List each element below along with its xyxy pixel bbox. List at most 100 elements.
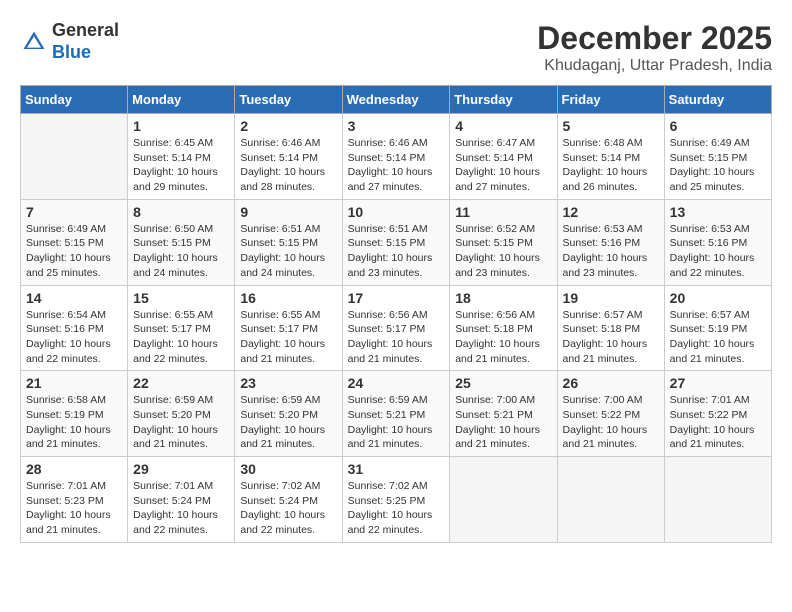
day-number: 2 xyxy=(240,118,336,134)
day-info: Sunrise: 6:55 AM Sunset: 5:17 PM Dayligh… xyxy=(240,308,336,367)
day-number: 1 xyxy=(133,118,229,134)
calendar-cell: 23Sunrise: 6:59 AM Sunset: 5:20 PM Dayli… xyxy=(235,371,342,457)
day-info: Sunrise: 6:55 AM Sunset: 5:17 PM Dayligh… xyxy=(133,308,229,367)
day-number: 15 xyxy=(133,290,229,306)
day-number: 24 xyxy=(348,375,445,391)
calendar-cell: 29Sunrise: 7:01 AM Sunset: 5:24 PM Dayli… xyxy=(128,457,235,543)
calendar-week-row: 21 Sunrise: 6:58 AM Sunset: 5:19 PM Dayli… xyxy=(21,371,772,457)
calendar-cell: 12 Sunrise: 6:53 AM Sunset: 5:16 PM Dayli… xyxy=(557,199,664,285)
calendar-cell: 3 Sunrise: 6:46 AM Sunset: 5:14 PM Daylig… xyxy=(342,114,450,200)
calendar-cell: 31Sunrise: 7:02 AM Sunset: 5:25 PM Dayli… xyxy=(342,457,450,543)
calendar-week-row: 7 Sunrise: 6:49 AM Sunset: 5:15 PM Daylig… xyxy=(21,199,772,285)
calendar-cell: 10 Sunrise: 6:51 AM Sunset: 5:15 PM Dayli… xyxy=(342,199,450,285)
weekday-header: Thursday xyxy=(450,86,557,114)
day-info: Sunrise: 6:57 AM Sunset: 5:18 PM Dayligh… xyxy=(563,308,659,367)
day-info: Sunrise: 6:57 AM Sunset: 5:19 PM Dayligh… xyxy=(670,308,766,367)
day-number: 6 xyxy=(670,118,766,134)
title-block: December 2025 Khudaganj, Uttar Pradesh, … xyxy=(537,20,772,75)
calendar-cell: 22 Sunrise: 6:59 AM Sunset: 5:20 PM Dayli… xyxy=(128,371,235,457)
calendar-cell: 18 Sunrise: 6:56 AM Sunset: 5:18 PM Dayli… xyxy=(450,285,557,371)
calendar-body: 1 Sunrise: 6:45 AM Sunset: 5:14 PM Daylig… xyxy=(21,114,772,543)
calendar-week-row: 14 Sunrise: 6:54 AM Sunset: 5:16 PM Dayli… xyxy=(21,285,772,371)
day-number: 12 xyxy=(563,204,659,220)
logo-blue-text: Blue xyxy=(52,42,91,62)
day-info: Sunrise: 6:51 AM Sunset: 5:15 PM Dayligh… xyxy=(348,222,445,281)
day-info: Sunrise: 6:54 AM Sunset: 5:16 PM Dayligh… xyxy=(26,308,122,367)
weekday-header: Monday xyxy=(128,86,235,114)
day-info: Sunrise: 6:46 AM Sunset: 5:14 PM Dayligh… xyxy=(240,136,336,195)
weekday-header: Friday xyxy=(557,86,664,114)
weekday-header: Wednesday xyxy=(342,86,450,114)
logo-general: General xyxy=(52,20,119,40)
day-info: Sunrise: 7:00 AM Sunset: 5:22 PM Dayligh… xyxy=(563,393,659,452)
day-number: 3 xyxy=(348,118,445,134)
day-info: Sunrise: 6:45 AM Sunset: 5:14 PM Dayligh… xyxy=(133,136,229,195)
day-number: 10 xyxy=(348,204,445,220)
day-number: 22 xyxy=(133,375,229,391)
day-info: Sunrise: 6:56 AM Sunset: 5:18 PM Dayligh… xyxy=(455,308,551,367)
calendar-table: SundayMondayTuesdayWednesdayThursdayFrid… xyxy=(20,85,772,543)
day-info: Sunrise: 6:59 AM Sunset: 5:20 PM Dayligh… xyxy=(133,393,229,452)
day-info: Sunrise: 6:59 AM Sunset: 5:21 PM Dayligh… xyxy=(348,393,445,452)
calendar-cell: 28 Sunrise: 7:01 AM Sunset: 5:23 PM Dayli… xyxy=(21,457,128,543)
calendar-cell: 4Sunrise: 6:47 AM Sunset: 5:14 PM Daylig… xyxy=(450,114,557,200)
logo: General Blue xyxy=(20,20,119,63)
day-info: Sunrise: 6:53 AM Sunset: 5:16 PM Dayligh… xyxy=(563,222,659,281)
weekday-header: Sunday xyxy=(21,86,128,114)
calendar-cell: 1 Sunrise: 6:45 AM Sunset: 5:14 PM Daylig… xyxy=(128,114,235,200)
day-number: 27 xyxy=(670,375,766,391)
calendar-cell: 25Sunrise: 7:00 AM Sunset: 5:21 PM Dayli… xyxy=(450,371,557,457)
day-info: Sunrise: 6:49 AM Sunset: 5:15 PM Dayligh… xyxy=(670,136,766,195)
day-info: Sunrise: 7:02 AM Sunset: 5:24 PM Dayligh… xyxy=(240,479,336,538)
calendar-cell: 17 Sunrise: 6:56 AM Sunset: 5:17 PM Dayli… xyxy=(342,285,450,371)
location-title: Khudaganj, Uttar Pradesh, India xyxy=(537,57,772,75)
calendar-cell: 11Sunrise: 6:52 AM Sunset: 5:15 PM Dayli… xyxy=(450,199,557,285)
day-number: 19 xyxy=(563,290,659,306)
day-number: 18 xyxy=(455,290,551,306)
day-info: Sunrise: 6:58 AM Sunset: 5:19 PM Dayligh… xyxy=(26,393,122,452)
day-number: 7 xyxy=(26,204,122,220)
weekday-header: Saturday xyxy=(664,86,771,114)
day-number: 17 xyxy=(348,290,445,306)
calendar-cell: 20 Sunrise: 6:57 AM Sunset: 5:19 PM Dayli… xyxy=(664,285,771,371)
calendar-week-row: 28 Sunrise: 7:01 AM Sunset: 5:23 PM Dayli… xyxy=(21,457,772,543)
page-header: General Blue December 2025 Khudaganj, Ut… xyxy=(20,20,772,75)
day-number: 25 xyxy=(455,375,551,391)
day-number: 9 xyxy=(240,204,336,220)
day-number: 31 xyxy=(348,461,445,477)
day-number: 26 xyxy=(563,375,659,391)
day-number: 14 xyxy=(26,290,122,306)
calendar-cell xyxy=(450,457,557,543)
calendar-cell: 19 Sunrise: 6:57 AM Sunset: 5:18 PM Dayli… xyxy=(557,285,664,371)
calendar-cell xyxy=(557,457,664,543)
calendar-cell xyxy=(21,114,128,200)
day-info: Sunrise: 6:52 AM Sunset: 5:15 PM Dayligh… xyxy=(455,222,551,281)
day-number: 21 xyxy=(26,375,122,391)
day-info: Sunrise: 6:49 AM Sunset: 5:15 PM Dayligh… xyxy=(26,222,122,281)
day-info: Sunrise: 6:56 AM Sunset: 5:17 PM Dayligh… xyxy=(348,308,445,367)
day-info: Sunrise: 6:46 AM Sunset: 5:14 PM Dayligh… xyxy=(348,136,445,195)
day-number: 16 xyxy=(240,290,336,306)
calendar-cell: 5Sunrise: 6:48 AM Sunset: 5:14 PM Daylig… xyxy=(557,114,664,200)
day-number: 29 xyxy=(133,461,229,477)
day-number: 28 xyxy=(26,461,122,477)
logo-text: General Blue xyxy=(52,20,119,63)
calendar-cell: 16 Sunrise: 6:55 AM Sunset: 5:17 PM Dayli… xyxy=(235,285,342,371)
calendar-cell: 24 Sunrise: 6:59 AM Sunset: 5:21 PM Dayli… xyxy=(342,371,450,457)
calendar-cell xyxy=(664,457,771,543)
logo-icon xyxy=(20,28,48,56)
calendar-cell: 14 Sunrise: 6:54 AM Sunset: 5:16 PM Dayli… xyxy=(21,285,128,371)
day-number: 20 xyxy=(670,290,766,306)
calendar-cell: 7 Sunrise: 6:49 AM Sunset: 5:15 PM Daylig… xyxy=(21,199,128,285)
day-info: Sunrise: 6:48 AM Sunset: 5:14 PM Dayligh… xyxy=(563,136,659,195)
calendar-cell: 8Sunrise: 6:50 AM Sunset: 5:15 PM Daylig… xyxy=(128,199,235,285)
calendar-cell: 21 Sunrise: 6:58 AM Sunset: 5:19 PM Dayli… xyxy=(21,371,128,457)
day-info: Sunrise: 6:53 AM Sunset: 5:16 PM Dayligh… xyxy=(670,222,766,281)
calendar-cell: 6 Sunrise: 6:49 AM Sunset: 5:15 PM Daylig… xyxy=(664,114,771,200)
calendar-cell: 13 Sunrise: 6:53 AM Sunset: 5:16 PM Dayli… xyxy=(664,199,771,285)
day-info: Sunrise: 7:01 AM Sunset: 5:23 PM Dayligh… xyxy=(26,479,122,538)
calendar-cell: 30Sunrise: 7:02 AM Sunset: 5:24 PM Dayli… xyxy=(235,457,342,543)
day-number: 13 xyxy=(670,204,766,220)
calendar-cell: 9Sunrise: 6:51 AM Sunset: 5:15 PM Daylig… xyxy=(235,199,342,285)
weekday-header: Tuesday xyxy=(235,86,342,114)
